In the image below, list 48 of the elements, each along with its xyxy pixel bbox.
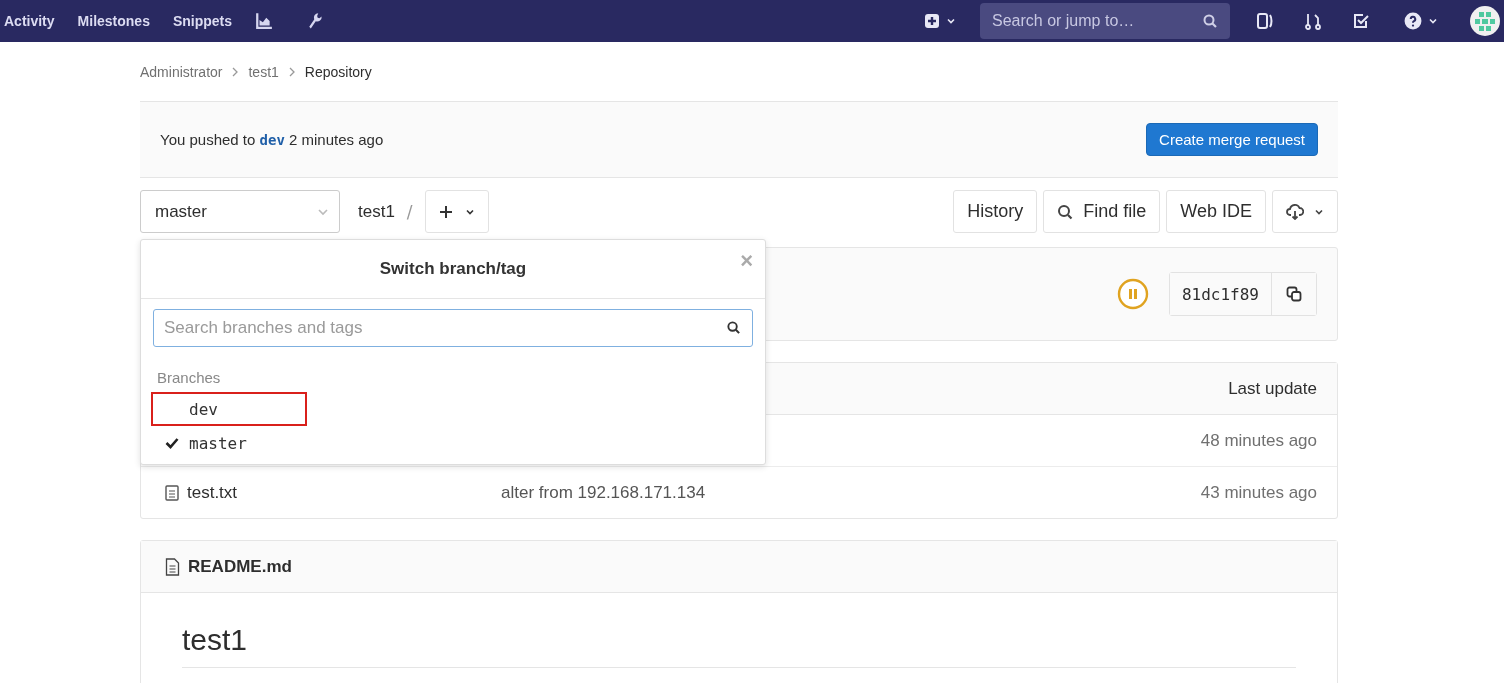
path-separator: / bbox=[406, 201, 413, 222]
history-button[interactable]: History bbox=[953, 190, 1038, 233]
nav-link[interactable]: Activity bbox=[4, 13, 55, 29]
chevron-icon bbox=[287, 66, 296, 77]
plus-icon bbox=[924, 13, 940, 29]
dropdown-title: Switch branch/tag bbox=[379, 259, 527, 279]
search-icon bbox=[726, 320, 741, 335]
file-icon bbox=[165, 557, 180, 576]
path-link[interactable]: test1 bbox=[358, 201, 395, 222]
chevron-icon bbox=[231, 66, 240, 77]
nav-link[interactable]: Snippets bbox=[172, 13, 233, 29]
download-menu-button[interactable] bbox=[1272, 190, 1338, 233]
last-update-time: 48 minutes ago bbox=[1200, 430, 1317, 451]
help-icon bbox=[1404, 12, 1422, 30]
breadcrumb-link[interactable]: test1 bbox=[248, 63, 279, 80]
branch-item[interactable]: master bbox=[151, 426, 307, 460]
copy-icon bbox=[1286, 286, 1302, 302]
search-icon[interactable] bbox=[1202, 13, 1218, 29]
sidebar-toggle-icon[interactable] bbox=[1256, 12, 1274, 30]
caret-icon bbox=[946, 16, 956, 26]
plus-icon bbox=[438, 204, 453, 219]
cloud-download-icon bbox=[1286, 203, 1304, 220]
file-icon bbox=[165, 484, 179, 501]
breadcrumb-link[interactable]: Administrator bbox=[140, 63, 223, 80]
avatar-icon[interactable] bbox=[1470, 6, 1500, 36]
section-label: Branches bbox=[156, 368, 222, 388]
create-merge-request-button[interactable]: Create merge request bbox=[1146, 123, 1318, 156]
branch-item[interactable]: dev bbox=[151, 392, 307, 426]
file-name-link[interactable]: test.txt bbox=[187, 482, 238, 503]
readme-filename: README.md bbox=[188, 556, 292, 577]
column-header: Last update bbox=[1228, 378, 1317, 399]
copy-button[interactable] bbox=[1271, 273, 1316, 315]
chart-icon[interactable] bbox=[255, 12, 274, 30]
readme-heading: test1 bbox=[182, 623, 1296, 668]
nav-link[interactable]: Milestones bbox=[77, 13, 150, 29]
search-icon bbox=[1057, 203, 1074, 220]
caret-icon bbox=[1428, 16, 1438, 26]
push-notice-text: You pushed to dev 2 minutes ago bbox=[160, 131, 384, 148]
commit-message-link[interactable]: alter from 192.168.171.134 bbox=[501, 482, 706, 503]
branch-select[interactable]: master bbox=[140, 190, 340, 233]
merge-request-icon[interactable] bbox=[1304, 12, 1322, 30]
find-file-button[interactable]: Find file bbox=[1043, 190, 1161, 233]
last-update-time: 43 minutes ago bbox=[1200, 482, 1317, 503]
branch-search-field[interactable]: Search branches and tags bbox=[153, 309, 753, 347]
todo-icon[interactable] bbox=[1352, 12, 1370, 30]
web-ide-button[interactable]: Web IDE bbox=[1166, 190, 1266, 233]
breadcrumb-link[interactable]: Repository bbox=[304, 63, 372, 80]
search-field[interactable]: Search or jump to… bbox=[980, 3, 1230, 39]
